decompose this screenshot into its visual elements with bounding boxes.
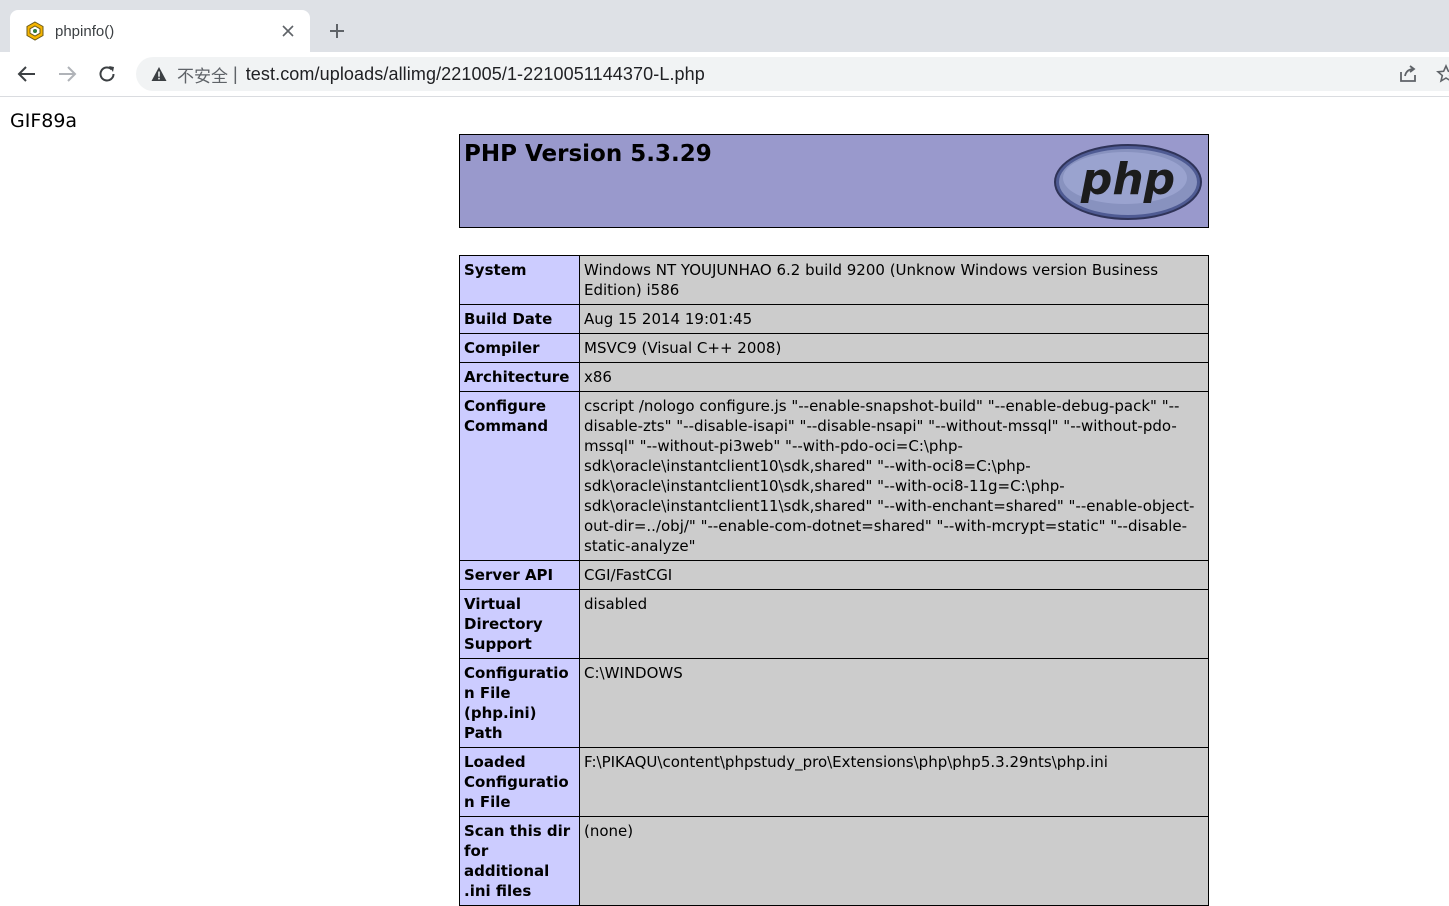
php-version-header: PHP Version 5.3.29 php xyxy=(459,134,1209,228)
php-logo-text: php xyxy=(1080,154,1175,205)
table-row: Scan this dir for additional .ini files(… xyxy=(459,816,1209,906)
row-key: Compiler xyxy=(459,333,580,363)
row-key: Architecture xyxy=(459,362,580,392)
gif-header-text: GIF89a xyxy=(10,110,78,132)
table-row: Configuration File (php.ini) Path C:\WIND… xyxy=(459,658,1209,748)
row-key: System xyxy=(459,255,580,305)
row-value: MSVC9 (Visual C++ 2008) xyxy=(579,333,1209,363)
table-row: Loaded Configuration File F:\PIKAQU\conte… xyxy=(459,747,1209,817)
row-key: Scan this dir for additional .ini files xyxy=(459,816,580,906)
row-value: Windows NT YOUJUNHAO 6.2 build 9200 (Unk… xyxy=(579,255,1209,305)
row-value: CGI/FastCGI xyxy=(579,560,1209,590)
url-separator: | xyxy=(233,63,238,84)
row-key: Server API xyxy=(459,560,580,590)
warning-icon[interactable] xyxy=(150,65,168,83)
row-key: Configure Command xyxy=(459,391,580,561)
back-arrow-icon[interactable] xyxy=(12,59,42,89)
browser-tab[interactable]: phpinfo() xyxy=(10,10,310,52)
table-row: System Windows NT YOUJUNHAO 6.2 build 920… xyxy=(459,255,1209,305)
new-tab-icon[interactable] xyxy=(322,16,352,46)
row-key: Loaded Configuration File xyxy=(459,747,580,817)
close-tab-icon[interactable] xyxy=(278,21,298,41)
table-row: Server API CGI/FastCGI xyxy=(459,560,1209,590)
row-value: x86 xyxy=(579,362,1209,392)
php-favicon-icon xyxy=(24,20,46,42)
row-value: disabled xyxy=(579,589,1209,659)
row-value: Aug 15 2014 19:01:45 xyxy=(579,304,1209,334)
phpinfo-content: PHP Version 5.3.29 php System Windows NT … xyxy=(459,134,1209,906)
table-row: Build Date Aug 15 2014 19:01:45 xyxy=(459,304,1209,334)
reload-icon[interactable] xyxy=(92,59,122,89)
insecure-label[interactable]: 不安全 xyxy=(177,62,228,87)
page-title: PHP Version 5.3.29 xyxy=(464,141,712,167)
row-value: cscript /nologo configure.js "--enable-s… xyxy=(579,391,1209,561)
row-key: Configuration File (php.ini) Path xyxy=(459,658,580,748)
row-value: F:\PIKAQU\content\phpstudy_pro\Extension… xyxy=(579,747,1209,817)
browser-toolbar: 不安全 | test.com/uploads/allimg/221005/1-2… xyxy=(0,52,1449,97)
tab-strip: phpinfo() xyxy=(0,0,1449,52)
php-logo: php xyxy=(1054,144,1202,220)
row-key: Build Date xyxy=(459,304,580,334)
table-row: Virtual Directory Support disabled xyxy=(459,589,1209,659)
row-value: C:\WINDOWS xyxy=(579,658,1209,748)
url-text[interactable]: test.com/uploads/allimg/221005/1-2210051… xyxy=(246,64,705,85)
table-row: Configure Command cscript /nologo configu… xyxy=(459,391,1209,561)
row-value: (none) xyxy=(579,816,1209,906)
row-key: Virtual Directory Support xyxy=(459,589,580,659)
bookmark-star-icon[interactable] xyxy=(1436,64,1449,86)
table-row: Compiler MSVC9 (Visual C++ 2008) xyxy=(459,333,1209,363)
tab-title: phpinfo() xyxy=(55,22,115,40)
forward-arrow-icon[interactable] xyxy=(52,59,82,89)
share-icon[interactable] xyxy=(1398,64,1420,86)
phpinfo-table: System Windows NT YOUJUNHAO 6.2 build 920… xyxy=(459,255,1209,906)
table-row: Architecture x86 xyxy=(459,362,1209,392)
address-bar[interactable]: 不安全 | test.com/uploads/allimg/221005/1-2… xyxy=(136,57,1449,91)
